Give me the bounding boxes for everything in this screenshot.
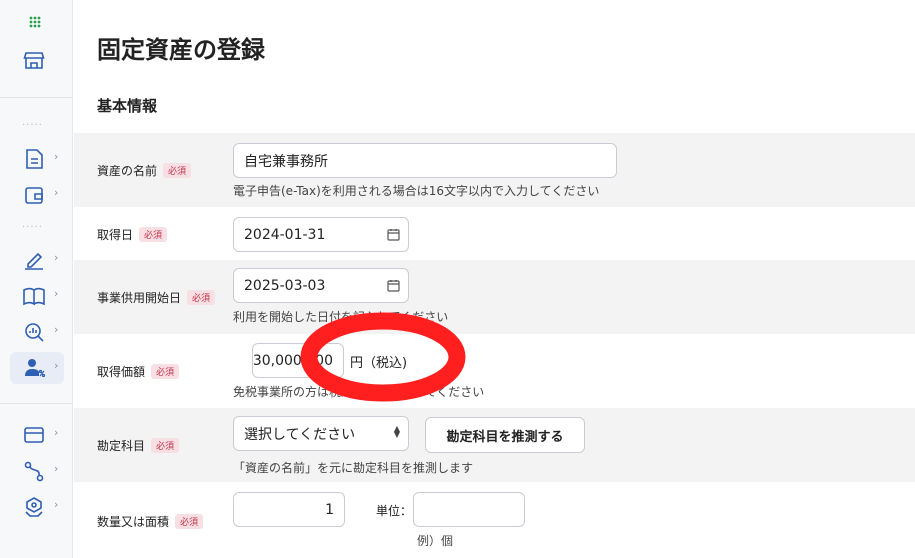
- sidebar-item-route[interactable]: ›: [10, 455, 64, 487]
- asset-name-input[interactable]: 自宅兼事務所: [233, 143, 617, 178]
- required-badge: 必須: [151, 364, 180, 379]
- account-label: 勘定科目 必須: [97, 437, 180, 454]
- main-content: 固定資産の登録 基本情報 資産の名前 必須 自宅兼事務所 電子申告(e-Tax)…: [74, 0, 915, 558]
- chevron-right-icon: ›: [54, 323, 59, 336]
- book-icon: [23, 287, 45, 306]
- chevron-right-icon: ›: [54, 186, 59, 199]
- acquired-price-label: 取得価額 必須: [97, 363, 180, 380]
- business-start-label: 事業供用開始日 必須: [97, 289, 216, 306]
- quantity-label-text: 数量又は面積: [97, 515, 170, 529]
- chevron-right-icon: ›: [54, 359, 59, 372]
- sidebar-item-user-percent[interactable]: ›: [10, 352, 64, 384]
- quantity-value: 1: [325, 501, 334, 518]
- unit-input[interactable]: [413, 492, 525, 527]
- unit-label: 単位：: [376, 504, 413, 518]
- asset-name-label: 資産の名前 必須: [97, 162, 192, 179]
- chevron-right-icon: ›: [54, 287, 59, 300]
- asset-name-label-text: 資産の名前: [97, 164, 158, 178]
- form-row-asset-name: 資産の名前 必須 自宅兼事務所 電子申告(e-Tax)を利用される場合は16文字…: [74, 133, 915, 207]
- sidebar-item-store[interactable]: [10, 44, 64, 76]
- required-badge: 必須: [151, 438, 180, 453]
- chevron-right-icon: ›: [54, 498, 59, 511]
- sidebar-item-card[interactable]: ›: [10, 419, 64, 451]
- chevron-right-icon: ›: [54, 251, 59, 264]
- calendar-icon[interactable]: [387, 228, 400, 241]
- store-icon: [23, 52, 45, 69]
- chevron-right-icon: ›: [54, 462, 59, 475]
- search-chart-icon: [25, 323, 44, 342]
- asset-name-value: 自宅兼事務所: [244, 153, 328, 170]
- sidebar-divider: [0, 403, 73, 404]
- sidebar-item-apps[interactable]: [10, 3, 64, 35]
- required-badge: 必須: [163, 163, 192, 178]
- chevron-right-icon: ›: [54, 426, 59, 439]
- account-help: 「資産の名前」を元に勘定科目を推測します: [233, 461, 474, 475]
- required-badge: 必須: [175, 514, 204, 529]
- form-row-quantity: 数量又は面積 必須 1 単位： 例）個: [74, 482, 915, 558]
- acquired-date-value: 2024-01-31: [244, 226, 326, 243]
- user-percent-icon: [25, 359, 46, 378]
- acquired-date-label-text: 取得日: [97, 228, 134, 242]
- acquired-date-label: 取得日 必須: [97, 226, 168, 243]
- sidebar-item-documents[interactable]: ›: [10, 143, 64, 175]
- pen-signature-icon: [25, 252, 43, 270]
- sidebar: ····· › › ····· › › › › › › ›: [0, 0, 73, 558]
- account-label-text: 勘定科目: [97, 439, 146, 453]
- document-icon: [26, 149, 43, 169]
- section-title: 基本情報: [97, 97, 158, 115]
- route-icon: [24, 461, 44, 482]
- sidebar-dots: ·····: [22, 222, 43, 233]
- acquired-price-unit: 円（税込): [350, 356, 408, 371]
- sidebar-item-book[interactable]: ›: [10, 280, 64, 312]
- form-row-account: 勘定科目 必須 選択してください ▲ ▼ 勘定科目を推測する 「資産の名前」を元に…: [74, 408, 915, 482]
- business-start-help: 利用を開始した日付を記入してください: [233, 310, 449, 324]
- sidebar-divider: [0, 97, 73, 98]
- form-row-business-start: 事業供用開始日 必須 2025-03-03 利用を開始した日付を記入してください: [74, 260, 915, 334]
- unit-example: 例）個: [417, 534, 454, 548]
- account-select-value: 選択してください: [244, 426, 356, 443]
- business-start-label-text: 事業供用開始日: [97, 291, 182, 305]
- business-start-value: 2025-03-03: [244, 277, 326, 294]
- guess-account-button[interactable]: 勘定科目を推測する: [425, 417, 585, 453]
- page-title: 固定資産の登録: [97, 36, 265, 64]
- asset-name-help: 電子申告(e-Tax)を利用される場合は16文字以内で入力してください: [233, 184, 600, 198]
- quantity-input[interactable]: 1: [233, 492, 345, 527]
- acquired-price-help: 免税事業所の方は税込金額を入力してください: [233, 385, 485, 399]
- sidebar-dots: ·····: [22, 120, 43, 131]
- acquired-price-label-text: 取得価額: [97, 365, 146, 379]
- calendar-icon[interactable]: [387, 279, 400, 292]
- acquired-price-value: 30,000,000: [252, 352, 333, 369]
- sidebar-item-wallet[interactable]: ›: [10, 179, 64, 211]
- wallet-icon: [25, 187, 43, 204]
- select-arrows-icon: ▲ ▼: [393, 424, 400, 439]
- form-row-acquired-date: 取得日 必須 2024-01-31: [74, 207, 915, 260]
- quantity-label: 数量又は面積 必須: [97, 513, 204, 530]
- required-badge: 必須: [187, 290, 216, 305]
- card-icon: [24, 427, 44, 443]
- sidebar-item-support[interactable]: ›: [10, 491, 64, 523]
- sidebar-item-analysis[interactable]: ›: [10, 316, 64, 348]
- form-row-acquired-price: 取得価額 必須 30,000,000 円（税込) 免税事業所の方は税込金額を入力…: [74, 334, 915, 408]
- acquired-price-input[interactable]: 30,000,000: [252, 343, 344, 378]
- acquired-date-input[interactable]: 2024-01-31: [233, 217, 409, 252]
- chevron-right-icon: ›: [54, 150, 59, 163]
- hexagon-hand-icon: [25, 497, 43, 517]
- business-start-input[interactable]: 2025-03-03: [233, 268, 409, 303]
- apps-grid-icon: [29, 16, 41, 28]
- account-select[interactable]: 選択してください ▲ ▼: [233, 416, 409, 451]
- sidebar-item-signature[interactable]: ›: [10, 244, 64, 276]
- required-badge: 必須: [139, 227, 168, 242]
